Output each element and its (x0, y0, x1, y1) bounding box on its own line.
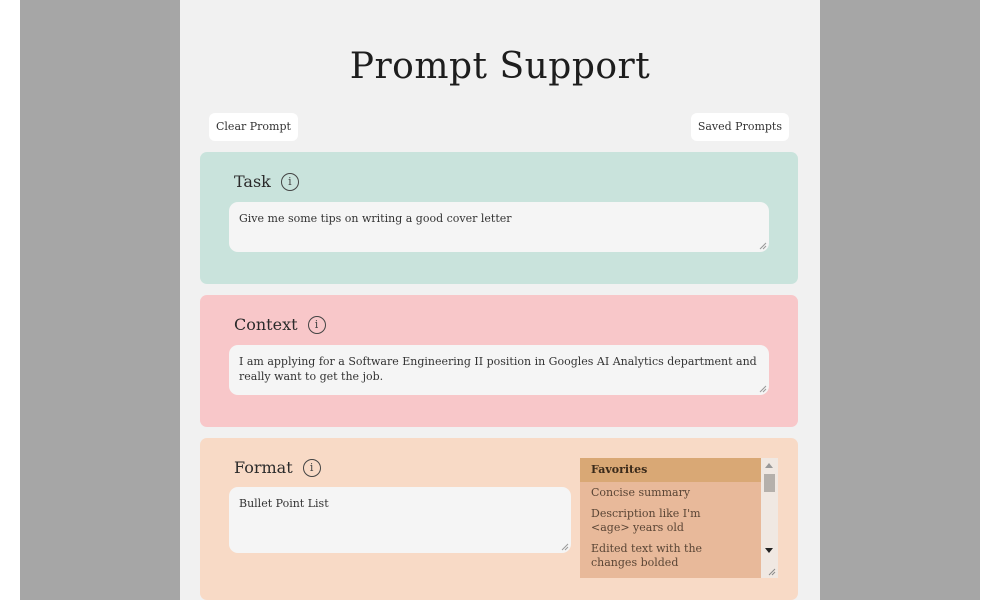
scroll-down-arrow-icon[interactable] (765, 548, 773, 553)
resize-grip-icon[interactable] (759, 385, 767, 393)
clear-prompt-button[interactable]: Clear Prompt (209, 113, 298, 141)
task-card: Task i Give me some tips on writing a go… (200, 152, 798, 284)
task-input-text: Give me some tips on writing a good cove… (239, 212, 512, 225)
format-input[interactable]: Bullet Point List (229, 487, 571, 553)
info-icon[interactable]: i (302, 458, 321, 477)
favorites-header[interactable]: Favorites (580, 458, 762, 482)
favorites-option[interactable]: Concise summary (580, 482, 751, 503)
favorites-scrollbar[interactable] (761, 458, 778, 578)
scroll-up-arrow-icon[interactable] (765, 463, 773, 468)
page-title: Prompt Support (349, 46, 651, 87)
context-input[interactable]: I am applying for a Software Engineering… (229, 345, 769, 395)
format-label: Format (234, 458, 293, 477)
context-card: Context i I am applying for a Software E… (200, 295, 798, 427)
context-input-text: I am applying for a Software Engineering… (239, 355, 757, 383)
format-favorites-list[interactable]: Favorites Concise summary Description li… (580, 458, 778, 578)
scrollbar-thumb[interactable] (764, 474, 775, 492)
resize-grip-icon[interactable] (768, 568, 776, 576)
task-label: Task (234, 172, 271, 191)
saved-prompts-button[interactable]: Saved Prompts (690, 113, 789, 141)
prompt-support-page: Prompt Support Clear Prompt Saved Prompt… (180, 0, 820, 600)
favorites-option[interactable]: Edited text with the changes bolded (580, 538, 751, 573)
task-input[interactable]: Give me some tips on writing a good cove… (229, 202, 769, 252)
favorites-option[interactable]: Description like I'm <age> years old (580, 503, 751, 538)
format-card: Format i Bullet Point List Favorites Con… (200, 438, 798, 600)
context-heading: Context i (234, 315, 326, 334)
resize-grip-icon[interactable] (759, 242, 767, 250)
context-label: Context (234, 315, 298, 334)
format-input-text: Bullet Point List (239, 497, 329, 510)
info-icon[interactable]: i (280, 172, 299, 191)
task-heading: Task i (234, 172, 299, 191)
resize-grip-icon[interactable] (561, 543, 569, 551)
info-icon[interactable]: i (307, 315, 326, 334)
format-heading: Format i (234, 458, 321, 477)
